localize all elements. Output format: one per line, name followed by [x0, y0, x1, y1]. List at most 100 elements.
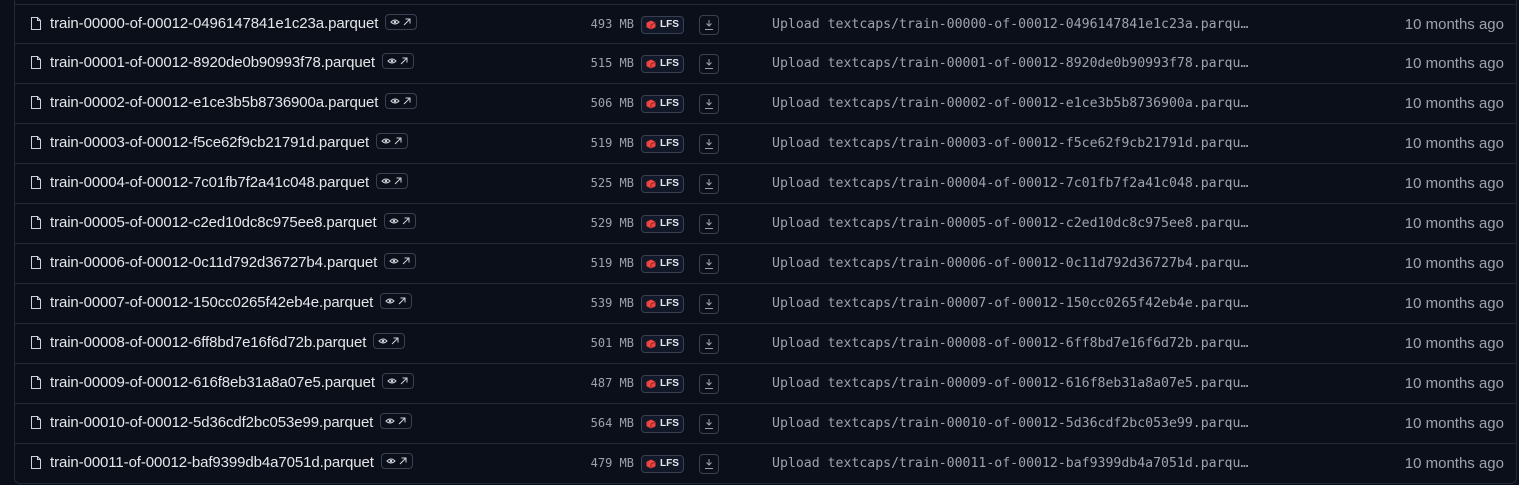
- file-icon: [31, 336, 41, 349]
- file-size: 519 MB: [590, 136, 634, 150]
- commit-message[interactable]: Upload textcaps/train-00004-of-00012-7c0…: [772, 176, 1254, 191]
- lfs-cube-icon: [646, 99, 656, 109]
- download-button[interactable]: [699, 334, 719, 354]
- file-size: 479 MB: [590, 456, 634, 470]
- lfs-badge: LFS: [641, 455, 684, 473]
- commit-message[interactable]: Upload textcaps/train-00011-of-00012-baf…: [772, 456, 1254, 471]
- commit-message[interactable]: Upload textcaps/train-00002-of-00012-e1c…: [772, 96, 1254, 111]
- open-viewer-button[interactable]: [381, 53, 414, 70]
- file-size: 501 MB: [590, 336, 634, 350]
- open-viewer-button[interactable]: [381, 373, 414, 390]
- lfs-badge: LFS: [641, 375, 684, 393]
- open-viewer-button[interactable]: [380, 453, 413, 470]
- download-icon: [705, 219, 713, 229]
- download-button[interactable]: [699, 134, 719, 154]
- file-name: train-00007-of-00012-150cc0265f42eb4e.pa…: [50, 294, 374, 311]
- download-button[interactable]: [699, 174, 719, 194]
- file-link[interactable]: train-00005-of-00012-c2ed10dc8c975ee8.pa…: [50, 213, 416, 231]
- download-button[interactable]: [699, 15, 719, 35]
- file-icon: [31, 416, 41, 429]
- file-link[interactable]: train-00003-of-00012-f5ce62f9cb21791d.pa…: [50, 133, 409, 151]
- download-button[interactable]: [699, 454, 719, 474]
- download-icon: [705, 459, 713, 469]
- file-link[interactable]: train-00006-of-00012-0c11d792d36727b4.pa…: [50, 253, 417, 271]
- commit-message[interactable]: Upload textcaps/train-00000-of-00012-049…: [772, 17, 1254, 32]
- download-button[interactable]: [699, 414, 719, 434]
- download-icon: [705, 179, 713, 189]
- download-button[interactable]: [699, 254, 719, 274]
- commit-message[interactable]: Upload textcaps/train-00010-of-00012-5d3…: [772, 416, 1254, 431]
- lfs-label: LFS: [660, 338, 679, 349]
- file-size: 506 MB: [590, 96, 634, 110]
- last-modified: 10 months ago: [1404, 215, 1504, 232]
- file-name: train-00006-of-00012-0c11d792d36727b4.pa…: [50, 254, 378, 271]
- download-button[interactable]: [699, 54, 719, 74]
- table-row: train-00009-of-00012-616f8eb31a8a07e5.pa…: [15, 364, 1516, 404]
- lfs-cube-icon: [646, 379, 656, 389]
- file-link[interactable]: train-00002-of-00012-e1ce3b5b8736900a.pa…: [50, 93, 418, 111]
- lfs-label: LFS: [660, 98, 679, 109]
- open-viewer-button[interactable]: [376, 173, 409, 190]
- file-icon: [31, 376, 41, 389]
- file-link[interactable]: train-00000-of-00012-0496147841e1c23a.pa…: [50, 14, 418, 32]
- open-viewer-button[interactable]: [383, 213, 416, 230]
- last-modified: 10 months ago: [1404, 95, 1504, 112]
- lfs-badge: LFS: [641, 415, 684, 433]
- lfs-label: LFS: [660, 418, 679, 429]
- file-name: train-00001-of-00012-8920de0b90993f78.pa…: [50, 54, 375, 71]
- download-button[interactable]: [699, 94, 719, 114]
- lfs-label: LFS: [660, 258, 679, 269]
- open-viewer-button[interactable]: [380, 293, 413, 310]
- download-button[interactable]: [699, 374, 719, 394]
- file-link[interactable]: train-00004-of-00012-7c01fb7f2a41c048.pa…: [50, 173, 409, 191]
- file-link[interactable]: train-00001-of-00012-8920de0b90993f78.pa…: [50, 53, 414, 71]
- open-viewer-button[interactable]: [384, 253, 417, 270]
- lfs-label: LFS: [660, 298, 679, 309]
- table-row: train-00004-of-00012-7c01fb7f2a41c048.pa…: [15, 164, 1516, 204]
- open-viewer-button[interactable]: [385, 14, 418, 31]
- file-name: train-00000-of-00012-0496147841e1c23a.pa…: [50, 15, 379, 32]
- download-button[interactable]: [699, 214, 719, 234]
- download-button[interactable]: [699, 294, 719, 314]
- eye-icon: [389, 257, 410, 265]
- eye-icon: [386, 457, 407, 465]
- file-size: 539 MB: [590, 296, 634, 310]
- table-row: train-00007-of-00012-150cc0265f42eb4e.pa…: [15, 284, 1516, 324]
- commit-message[interactable]: Upload textcaps/train-00001-of-00012-892…: [772, 56, 1254, 71]
- last-modified: 10 months ago: [1404, 375, 1504, 392]
- commit-message[interactable]: Upload textcaps/train-00006-of-00012-0c1…: [772, 256, 1254, 271]
- last-modified: 10 months ago: [1404, 135, 1504, 152]
- file-link[interactable]: train-00009-of-00012-616f8eb31a8a07e5.pa…: [50, 373, 414, 391]
- eye-icon: [387, 377, 408, 385]
- commit-message[interactable]: Upload textcaps/train-00007-of-00012-150…: [772, 296, 1254, 311]
- file-name: train-00005-of-00012-c2ed10dc8c975ee8.pa…: [50, 214, 377, 231]
- commit-message[interactable]: Upload textcaps/train-00003-of-00012-f5c…: [772, 136, 1254, 151]
- open-viewer-button[interactable]: [385, 93, 418, 110]
- download-icon: [705, 419, 713, 429]
- file-link[interactable]: train-00007-of-00012-150cc0265f42eb4e.pa…: [50, 293, 413, 311]
- file-link[interactable]: train-00010-of-00012-5d36cdf2bc053e99.pa…: [50, 413, 413, 431]
- file-name: train-00002-of-00012-e1ce3b5b8736900a.pa…: [50, 94, 379, 111]
- lfs-badge: LFS: [641, 295, 684, 313]
- eye-icon: [385, 297, 406, 305]
- file-list: train-00000-of-00012-0496147841e1c23a.pa…: [14, 0, 1517, 484]
- lfs-badge: LFS: [641, 95, 684, 113]
- open-viewer-button[interactable]: [376, 133, 409, 150]
- lfs-cube-icon: [646, 20, 656, 30]
- commit-message[interactable]: Upload textcaps/train-00008-of-00012-6ff…: [772, 336, 1254, 351]
- lfs-cube-icon: [646, 139, 656, 149]
- commit-message[interactable]: Upload textcaps/train-00009-of-00012-616…: [772, 376, 1254, 391]
- lfs-cube-icon: [646, 299, 656, 309]
- open-viewer-button[interactable]: [380, 413, 413, 430]
- lfs-label: LFS: [660, 138, 679, 149]
- download-icon: [705, 59, 713, 69]
- lfs-label: LFS: [660, 458, 679, 469]
- file-link[interactable]: train-00011-of-00012-baf9399db4a7051d.pa…: [50, 453, 413, 471]
- file-icon: [31, 176, 41, 189]
- file-icon: [31, 56, 41, 69]
- lfs-badge: LFS: [641, 335, 684, 353]
- table-row: train-00000-of-00012-0496147841e1c23a.pa…: [15, 4, 1516, 44]
- open-viewer-button[interactable]: [373, 333, 406, 350]
- commit-message[interactable]: Upload textcaps/train-00005-of-00012-c2e…: [772, 216, 1254, 231]
- file-link[interactable]: train-00008-of-00012-6ff8bd7e16f6d72b.pa…: [50, 333, 406, 351]
